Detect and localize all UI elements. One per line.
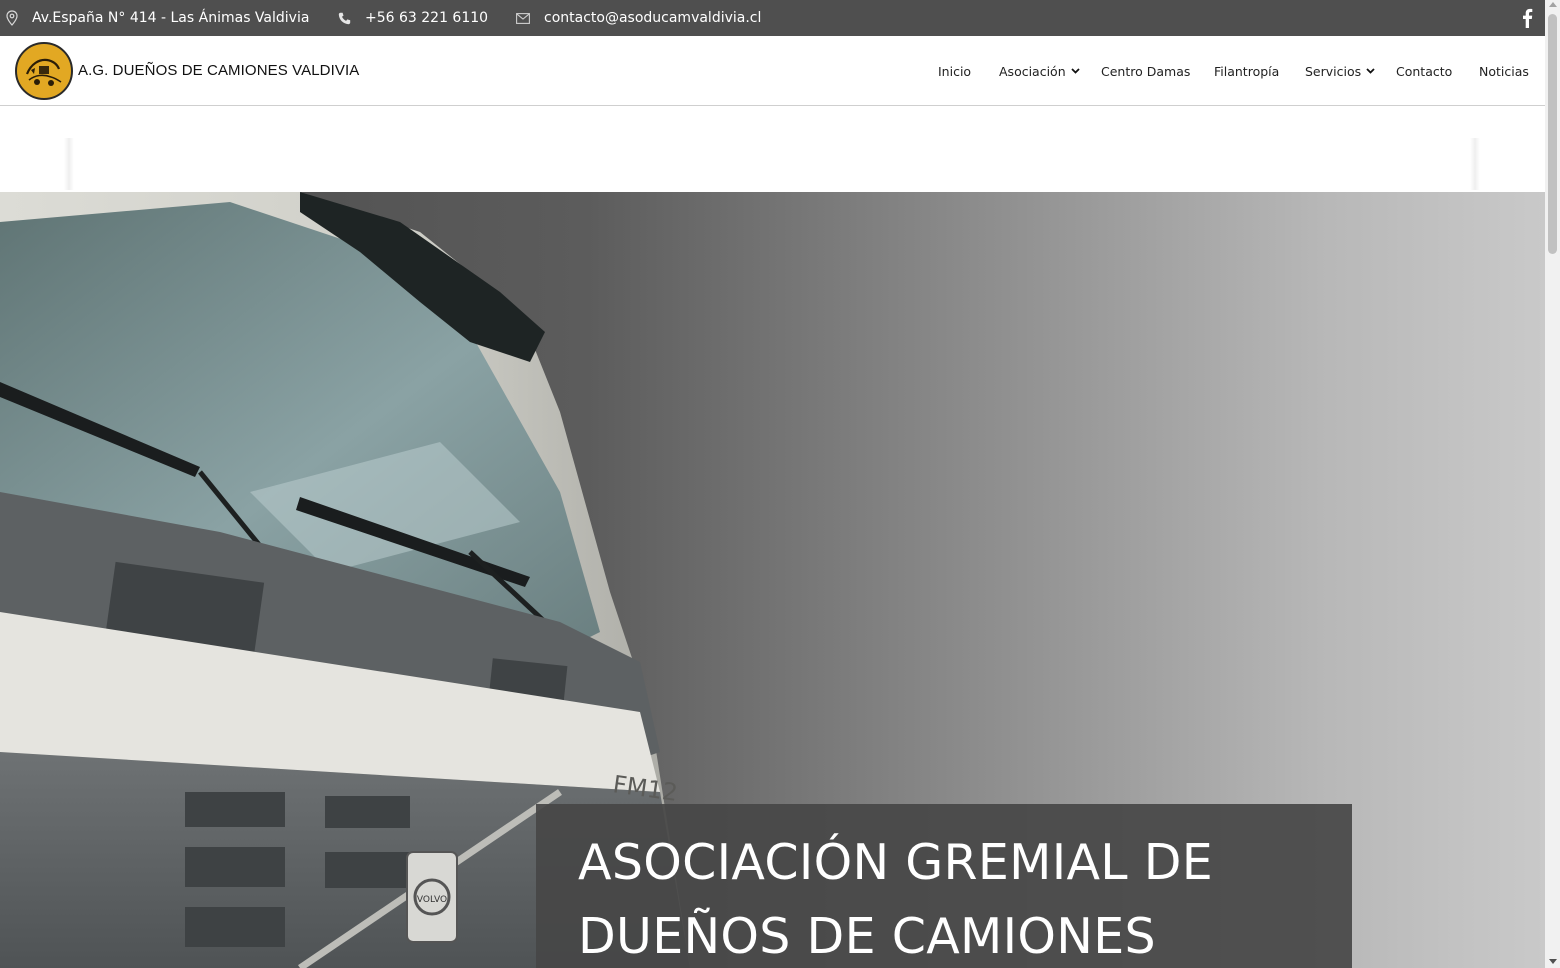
phone-text[interactable]: +56 63 221 6110: [365, 10, 488, 26]
nav-contacto[interactable]: Contacto: [1396, 36, 1452, 106]
nav-label[interactable]: Inicio: [938, 64, 971, 79]
scrollbar-thumb[interactable]: [1548, 14, 1557, 254]
hero-caption-box: ASOCIACIÓN GREMIAL DE DUEÑOS DE CAMIONES: [536, 804, 1352, 968]
chevron-down-icon: [1366, 68, 1375, 74]
scroll-up-arrow-icon[interactable]: [1549, 2, 1557, 7]
top-info-bar: Av.España N° 414 - Las Ánimas Valdivia +…: [0, 0, 1545, 36]
nav-filantropia[interactable]: Filantropía: [1214, 36, 1279, 106]
nav-label[interactable]: Contacto: [1396, 64, 1452, 79]
slider-prev-arrow[interactable]: [64, 138, 74, 190]
logo-emblem[interactable]: [15, 42, 73, 100]
slider-next-arrow[interactable]: [1470, 138, 1480, 190]
grille-brand-label: VOLVO: [417, 895, 447, 905]
hero-banner: VOLVO FM12 ASOCIACIÓN GREMIAL DE DUEÑOS …: [0, 192, 1545, 968]
nav-label[interactable]: Servicios: [1305, 64, 1361, 79]
phone-item[interactable]: +56 63 221 6110: [338, 0, 488, 36]
address-item: Av.España N° 414 - Las Ánimas Valdivia: [6, 0, 309, 36]
location-pin-icon: [6, 10, 18, 26]
nav-label[interactable]: Filantropía: [1214, 64, 1279, 79]
address-text: Av.España N° 414 - Las Ánimas Valdivia: [32, 10, 310, 26]
nav-asociacion[interactable]: Asociación: [999, 36, 1080, 106]
email-item[interactable]: contacto@asoducamvaldivia.cl: [516, 0, 761, 36]
nav-label[interactable]: Noticias: [1479, 64, 1529, 79]
chevron-down-icon: [1071, 68, 1080, 74]
slider-spacer: [0, 106, 1545, 192]
nav-servicios[interactable]: Servicios: [1305, 36, 1375, 106]
nav-label[interactable]: Centro Damas: [1101, 64, 1190, 79]
nav-noticias[interactable]: Noticias: [1479, 36, 1529, 106]
nav-inicio[interactable]: Inicio: [938, 36, 971, 106]
envelope-icon: [516, 12, 530, 24]
phone-icon: [338, 12, 351, 24]
hero-title: ASOCIACIÓN GREMIAL DE DUEÑOS DE CAMIONES: [578, 834, 1214, 965]
site-header: A.G. DUEÑOS DE CAMIONES VALDIVIA Inicio …: [0, 36, 1545, 106]
site-logo-text[interactable]: A.G. DUEÑOS DE CAMIONES VALDIVIA: [78, 62, 359, 79]
nav-centro-damas[interactable]: Centro Damas: [1101, 36, 1190, 106]
nav-label[interactable]: Asociación: [999, 64, 1066, 79]
facebook-icon[interactable]: [1521, 8, 1533, 28]
scroll-down-arrow-icon[interactable]: [1549, 959, 1557, 964]
truck-emblem-icon: [25, 58, 62, 86]
email-text[interactable]: contacto@asoducamvaldivia.cl: [544, 10, 761, 26]
